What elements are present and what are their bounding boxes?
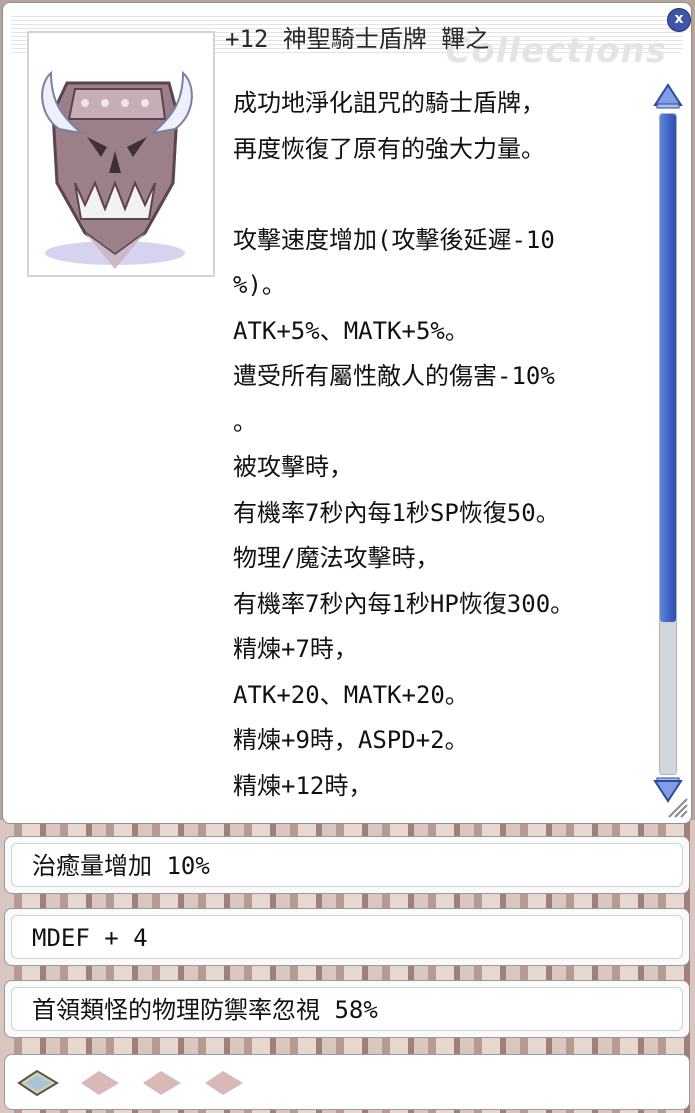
option-text: 治癒量增加 10%: [32, 852, 210, 880]
description-line: 精煉+12時，: [233, 771, 373, 800]
description-scrollbar[interactable]: [653, 83, 683, 803]
item-description: 成功地淨化詛咒的騎士盾牌， 再度恢復了原有的強大力量。 攻擊速度增加(攻擊後延遲…: [233, 81, 643, 809]
close-icon: x: [674, 11, 684, 27]
description-line: 再度恢復了原有的強大力量。: [233, 134, 545, 163]
scroll-thumb[interactable]: [660, 114, 676, 622]
description-line: 。: [233, 407, 257, 436]
option-box: 首領類怪的物理防禦率忽視 58%: [11, 987, 683, 1031]
card-slot-empty-icon[interactable]: [139, 1067, 185, 1099]
description-line: 物理/魔法攻擊時，: [233, 544, 440, 572]
option-panel: 治癒量增加 10%: [4, 836, 690, 894]
description-line: 被攻擊時，: [233, 453, 353, 481]
scroll-up-arrow-icon[interactable]: [653, 83, 683, 109]
option-panel: 首領類怪的物理防禦率忽視 58%: [4, 980, 690, 1038]
description-line: 成功地淨化詛咒的騎士盾牌，: [233, 89, 545, 117]
description-line: [233, 172, 643, 218]
card-slot-filled-icon[interactable]: [15, 1067, 61, 1099]
option-text: 首領類怪的物理防禦率忽視 58%: [32, 996, 378, 1024]
description-line: ATK+5%、MATK+5%。: [233, 316, 469, 345]
card-slot-bar: [4, 1054, 690, 1110]
option-box: MDEF + 4: [11, 915, 683, 959]
description-line: %)。: [233, 271, 286, 299]
description-line: 精煉+9時，ASPD+2。: [233, 726, 469, 754]
item-image-frame: [27, 31, 215, 277]
card-slot-empty-icon[interactable]: [201, 1067, 247, 1099]
option-panel: MDEF + 4: [4, 908, 690, 966]
option-box: 治癒量增加 10%: [11, 843, 683, 887]
description-line: 有機率7秒內每1秒SP恢復50。: [233, 498, 560, 527]
close-button[interactable]: x: [667, 8, 691, 32]
resize-grip-icon[interactable]: [663, 793, 689, 819]
description-line: 攻擊速度增加(攻擊後延遲-10: [233, 225, 555, 254]
holy-knight-shield-icon: [41, 70, 193, 269]
scroll-track[interactable]: [659, 113, 677, 775]
description-line: 有機率7秒內每1秒HP恢復300。: [233, 589, 575, 618]
card-slot-empty-icon[interactable]: [77, 1067, 123, 1099]
option-text: MDEF + 4: [32, 924, 148, 952]
item-info-window: Collections +12 神聖騎士盾牌 鞸之 x 成功地淨化詛咒的騎士盾牌…: [2, 2, 692, 824]
description-line: 遭受所有屬性敵人的傷害-10%: [233, 362, 555, 390]
description-line: ATK+20、MATK+20。: [233, 680, 469, 709]
description-line: 精煉+7時，: [233, 635, 358, 663]
item-name: +12 神聖騎士盾牌 鞸之: [225, 25, 490, 53]
